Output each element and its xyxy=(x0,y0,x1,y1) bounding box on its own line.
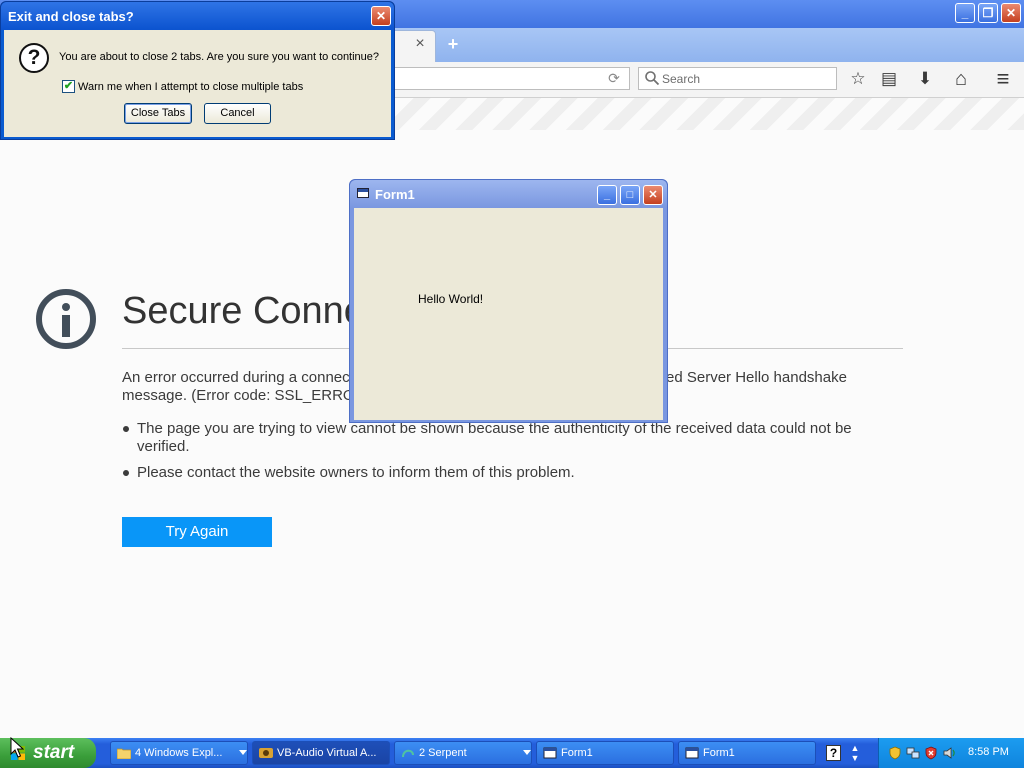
dialog-close-button[interactable]: ✕ xyxy=(371,6,391,26)
form-window-icon xyxy=(685,747,699,759)
form1-maximize-button[interactable]: □ xyxy=(620,185,640,205)
taskbar-item-form1-second[interactable]: Form1 xyxy=(678,741,816,765)
form-window-icon xyxy=(543,747,557,759)
page-title: Secure Conne xyxy=(122,290,365,332)
group-arrow-icon xyxy=(239,750,247,755)
bookmark-star-icon[interactable]: ☆ xyxy=(847,68,869,90)
bullet-dot xyxy=(123,470,129,476)
form1-title: Form1 xyxy=(375,187,415,202)
dialog-title: Exit and close tabs? xyxy=(8,9,134,24)
clock: 8:58 PM xyxy=(968,746,1009,758)
hamburger-menu-icon[interactable]: ≡ xyxy=(992,68,1014,90)
speaker-icon[interactable] xyxy=(942,746,956,760)
form1-titlebar[interactable]: Form1 _ □ ✕ xyxy=(350,180,667,208)
desktop-screen: × + _ ❐ ✕ ⟳ Search ☆ ▤ ⬇ ⌂ ≡ Secure Conn… xyxy=(0,0,1024,768)
taskbar-item-label: Form1 xyxy=(703,747,735,759)
new-tab-icon[interactable]: + xyxy=(444,34,462,54)
close-tabs-button[interactable]: Close Tabs xyxy=(124,103,192,124)
form-window-icon xyxy=(357,188,369,198)
search-placeholder: Search xyxy=(662,72,701,86)
form1-close-button[interactable]: ✕ xyxy=(643,185,663,205)
downloads-icon[interactable]: ⬇ xyxy=(914,68,936,90)
group-arrow-icon xyxy=(523,750,531,755)
search-icon xyxy=(645,71,660,86)
folder-icon xyxy=(117,748,131,759)
home-icon[interactable]: ⌂ xyxy=(950,68,972,90)
reload-icon[interactable]: ⟳ xyxy=(606,70,622,86)
bullet-text-1b: verified. xyxy=(137,438,190,455)
firefox-minimize-button[interactable]: _ xyxy=(955,3,975,23)
firefox-restore-button[interactable]: ❐ xyxy=(978,3,998,23)
mouse-cursor-icon xyxy=(10,737,24,758)
try-again-button[interactable]: Try Again xyxy=(122,517,272,547)
loading-stripes xyxy=(380,98,1024,130)
serpent-icon xyxy=(402,749,414,758)
firefox-close-button[interactable]: ✕ xyxy=(1001,3,1021,23)
hello-label: Hello World! xyxy=(418,292,484,306)
form1-minimize-button[interactable]: _ xyxy=(597,185,617,205)
warn-checkbox[interactable]: ✔ xyxy=(62,80,75,93)
warn-checkbox-label[interactable]: Warn me when I attempt to close multiple… xyxy=(78,81,303,93)
question-icon: ? xyxy=(19,43,49,73)
dialog-body: ? You are about to close 2 tabs. Are you… xyxy=(4,30,391,137)
info-icon xyxy=(36,289,96,349)
taskbar-item-label: VB-Audio Virtual A... xyxy=(277,747,377,759)
dialog-titlebar[interactable]: Exit and close tabs? ✕ xyxy=(1,2,394,30)
bullet-dot xyxy=(123,426,129,432)
error-description-line2: message. (Error code: SSL_ERROR xyxy=(122,387,366,404)
vb-audio-icon xyxy=(259,748,273,758)
taskbar-item-windows-explorer[interactable]: 4 Windows Expl... xyxy=(110,741,248,765)
exit-dialog: Exit and close tabs? ✕ ? You are about t… xyxy=(0,1,395,140)
help-icon[interactable]: ? xyxy=(826,745,841,761)
taskbar-item-vb-audio[interactable]: VB-Audio Virtual A... xyxy=(252,741,390,765)
taskbar-item-form1[interactable]: Form1 xyxy=(536,741,674,765)
taskbar-item-serpent[interactable]: 2 Serpent xyxy=(394,741,532,765)
reading-list-icon[interactable]: ▤ xyxy=(878,68,900,90)
cancel-button[interactable]: Cancel xyxy=(204,103,271,124)
updown-arrows-icon[interactable]: ▲ ▼ xyxy=(850,743,860,763)
url-input[interactable] xyxy=(380,67,630,90)
network-icon[interactable] xyxy=(906,746,920,760)
error-description-line1-end: ed Server Hello handshake xyxy=(666,369,847,386)
taskbar-item-label: 2 Serpent xyxy=(419,747,467,759)
form1-window: Form1 _ □ ✕ Hello World! xyxy=(349,179,668,423)
taskbar-item-label: 4 Windows Expl... xyxy=(135,747,223,759)
taskbar-item-label: Form1 xyxy=(561,747,593,759)
error-description-line1: An error occurred during a connect xyxy=(122,369,354,386)
tab-close-icon[interactable]: × xyxy=(412,36,428,52)
security-shield-icon[interactable] xyxy=(888,746,902,760)
bullet-text-2: Please contact the website owners to inf… xyxy=(137,464,575,481)
security-alert-icon[interactable] xyxy=(924,746,938,760)
start-label: start xyxy=(33,742,75,763)
form1-client-area: Hello World! xyxy=(354,208,663,420)
dialog-message: You are about to close 2 tabs. Are you s… xyxy=(59,51,380,63)
